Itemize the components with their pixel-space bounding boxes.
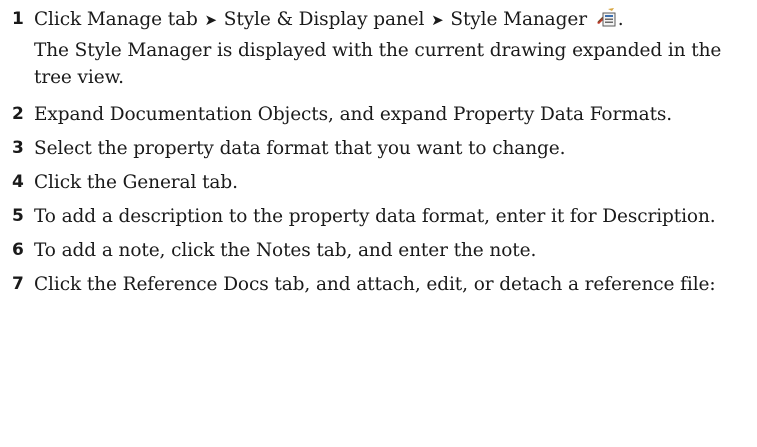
step-number: 1 [12,9,24,29]
step-text: To add a note, click the Notes tab, and … [34,240,537,261]
step-number: 5 [12,206,24,226]
step-1-part-style-manager: Style Manager [450,9,587,30]
step-1-part-manage-tab: Click Manage tab [34,9,198,30]
step-1-part-style-display-panel: Style & Display panel [223,9,425,30]
step-number: 7 [12,274,24,294]
step-text: Click the General tab. [34,172,238,193]
procedure-steps: 1 Click Manage tab ➤ Style & Display pan… [12,6,752,298]
step-number: 3 [12,138,24,158]
step-6: 6 To add a note, click the Notes tab, an… [12,237,752,264]
step-3: 3 Select the property data format that y… [12,135,752,162]
step-1: 1 Click Manage tab ➤ Style & Display pan… [12,6,752,91]
style-manager-icon [596,7,618,27]
step-1-note: The Style Manager is displayed with the … [34,40,722,88]
step-text: Select the property data format that you… [34,138,566,159]
step-4: 4 Click the General tab. [12,169,752,196]
step-text: To add a description to the property dat… [34,206,716,227]
step-text: Expand Documentation Objects, and expand… [34,104,673,125]
step-text: Click the Reference Docs tab, and attach… [34,274,716,295]
step-text: Click Manage tab ➤ Style & Display panel… [34,6,752,91]
step-5: 5 To add a description to the property d… [12,203,752,230]
step-number: 6 [12,240,24,260]
arrow-icon: ➤ [431,11,444,29]
step-number: 4 [12,172,24,192]
arrow-icon: ➤ [204,11,218,29]
step-number: 2 [12,104,24,124]
step-1-period: . [617,9,624,30]
step-2: 2 Expand Documentation Objects, and expa… [12,101,752,128]
step-7: 7 Click the Reference Docs tab, and atta… [12,271,752,298]
